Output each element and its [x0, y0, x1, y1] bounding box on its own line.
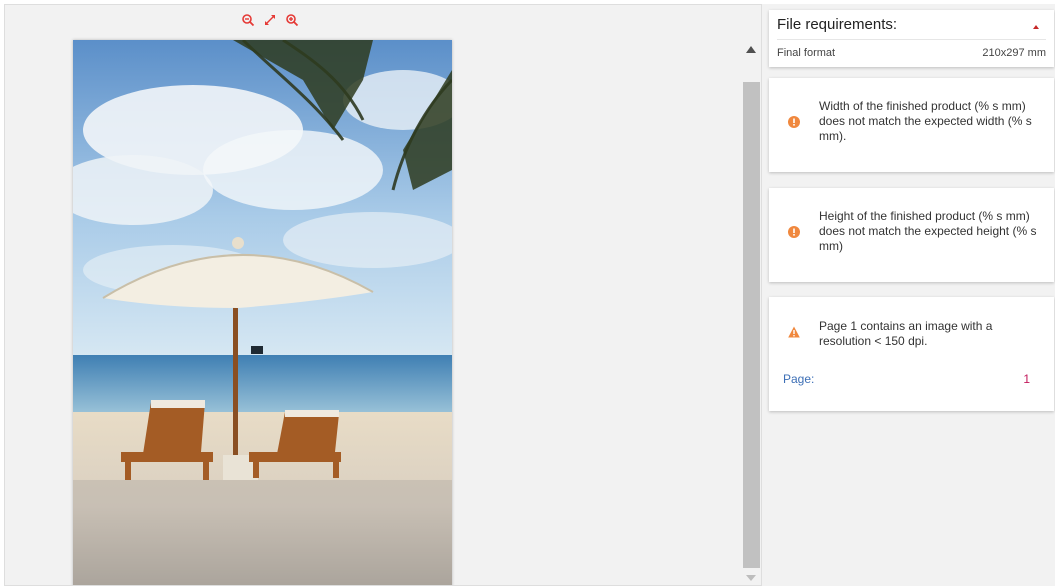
- scroll-down-arrow-icon[interactable]: [746, 575, 756, 581]
- divider: [777, 39, 1046, 40]
- final-format-row: Final format 210x297 mm: [777, 47, 1046, 59]
- file-requirements-title: File requirements:: [777, 16, 898, 33]
- width-error-message: Width of the finished product (% s mm) d…: [819, 99, 1032, 143]
- page-number-link[interactable]: 1: [1023, 372, 1030, 386]
- zoom-in-icon[interactable]: [285, 13, 299, 27]
- zoom-out-icon[interactable]: [241, 13, 255, 27]
- resolution-warning-message: Page 1 contains an image with a resoluti…: [819, 319, 993, 348]
- error-icon: [788, 226, 800, 238]
- collapse-arrow-icon[interactable]: [1033, 25, 1039, 29]
- height-error-card: Height of the finished product (% s mm) …: [769, 188, 1054, 282]
- error-icon: [788, 116, 800, 128]
- height-error-message: Height of the finished product (% s mm) …: [819, 209, 1037, 253]
- beach-photo: [73, 40, 452, 585]
- expand-icon[interactable]: [263, 13, 277, 27]
- final-format-value: 210x297 mm: [982, 47, 1046, 59]
- document-viewer: [4, 4, 762, 586]
- requirements-panel: File requirements: Final format 210x297 …: [762, 4, 1055, 586]
- scroll-thumb[interactable]: [743, 82, 760, 568]
- warning-icon: [788, 326, 800, 338]
- width-error-card: Width of the finished product (% s mm) d…: [769, 78, 1054, 172]
- page-preview: [73, 40, 452, 585]
- final-format-label: Final format: [777, 47, 836, 59]
- scroll-up-arrow-icon[interactable]: [746, 46, 756, 53]
- scrollbar[interactable]: [743, 42, 760, 585]
- file-requirements-card: File requirements: Final format 210x297 …: [769, 10, 1054, 67]
- page-label: Page:: [783, 372, 815, 386]
- resolution-warning-card: Page 1 contains an image with a resoluti…: [769, 297, 1054, 411]
- zoom-toolbar: [241, 13, 299, 27]
